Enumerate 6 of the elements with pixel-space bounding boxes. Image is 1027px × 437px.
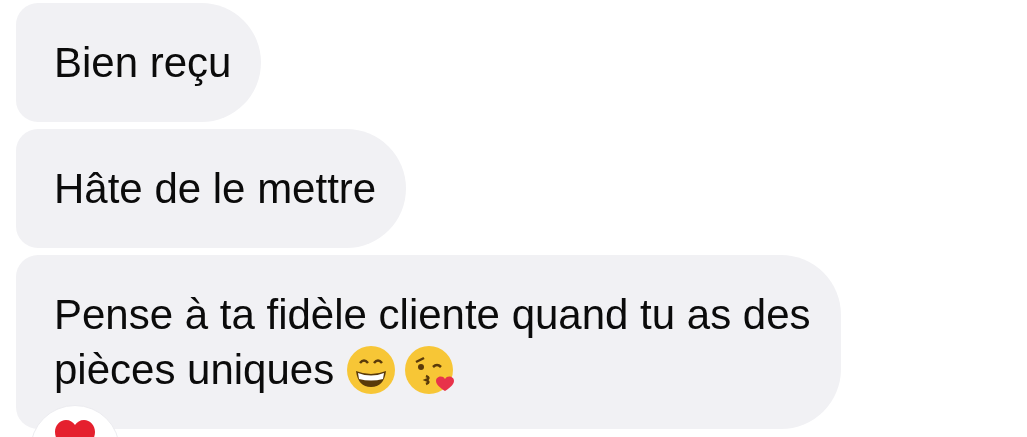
- message-text: Bien reçu: [54, 38, 232, 88]
- grinning-face-icon: [346, 344, 397, 395]
- message-text: Hâte de le mettre: [54, 164, 377, 214]
- kissing-face-icon: [404, 344, 457, 395]
- message-text: Pense à ta fidèle cliente quand tu as des: [54, 290, 811, 340]
- message-text: pièces uniques: [54, 345, 335, 395]
